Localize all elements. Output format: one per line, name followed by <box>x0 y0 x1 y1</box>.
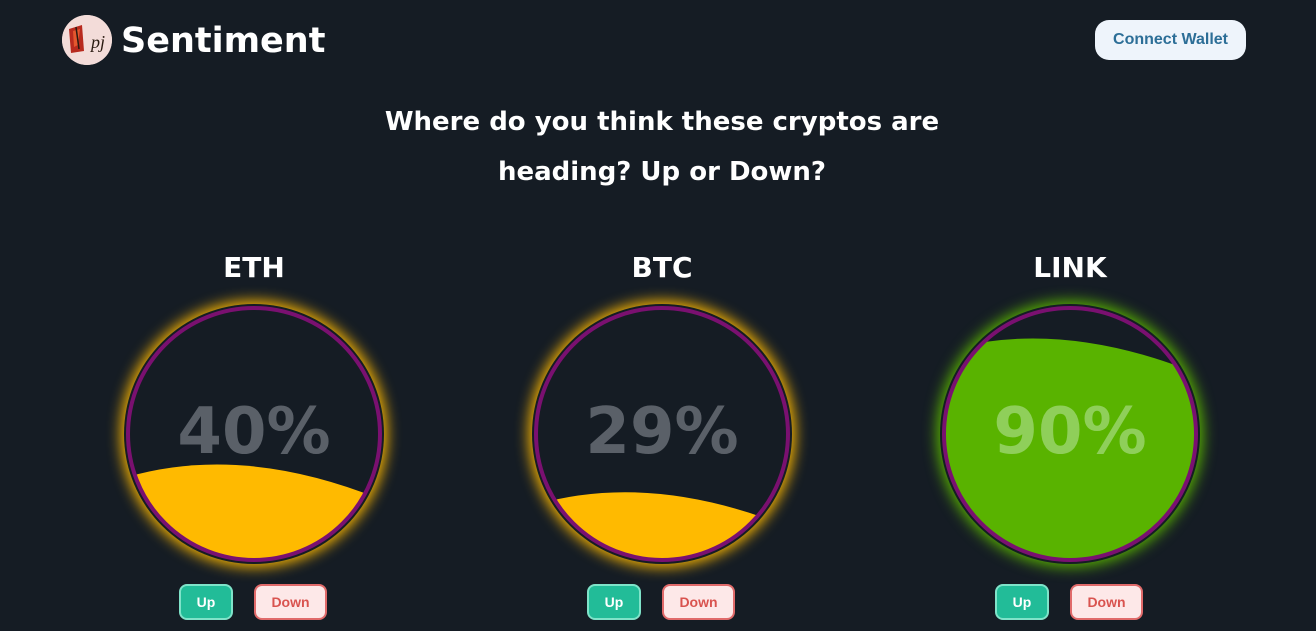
pj-logo-icon[interactable]: pj <box>62 15 112 65</box>
page-question: Where do you think these cryptos are hea… <box>384 107 940 187</box>
sentiment-card-link: LINK 90% Up Down <box>940 244 1200 631</box>
sentiment-card-btc: BTC 29% Up Down <box>532 244 792 631</box>
vote-down-button[interactable]: Down <box>662 584 735 620</box>
vote-up-button[interactable]: Up <box>995 584 1049 620</box>
gauge-percent: 40% <box>177 395 331 469</box>
sentiment-gauge: 40% <box>124 304 384 564</box>
gauge-percent: 90% <box>993 395 1147 469</box>
vote-up-button[interactable]: Up <box>587 584 641 620</box>
vote-down-button[interactable]: Down <box>254 584 327 620</box>
card-symbol: LINK <box>1033 251 1107 284</box>
connect-wallet-button[interactable]: Connect Wallet <box>1095 20 1246 60</box>
header: pj Sentiment Connect Wallet <box>0 0 1316 90</box>
card-symbol: ETH <box>223 251 285 284</box>
sentiment-gauge: 29% <box>532 304 792 564</box>
brand-name: Sentiment <box>121 21 326 61</box>
card-symbol: BTC <box>631 251 693 284</box>
vote-down-button[interactable]: Down <box>1070 584 1143 620</box>
sentiment-card-eth: ETH 40% Up Down <box>124 244 384 631</box>
gauge-percent: 29% <box>585 395 739 469</box>
sentiment-gauge: 90% <box>940 304 1200 564</box>
vote-up-button[interactable]: Up <box>179 584 233 620</box>
svg-text:pj: pj <box>89 32 105 52</box>
